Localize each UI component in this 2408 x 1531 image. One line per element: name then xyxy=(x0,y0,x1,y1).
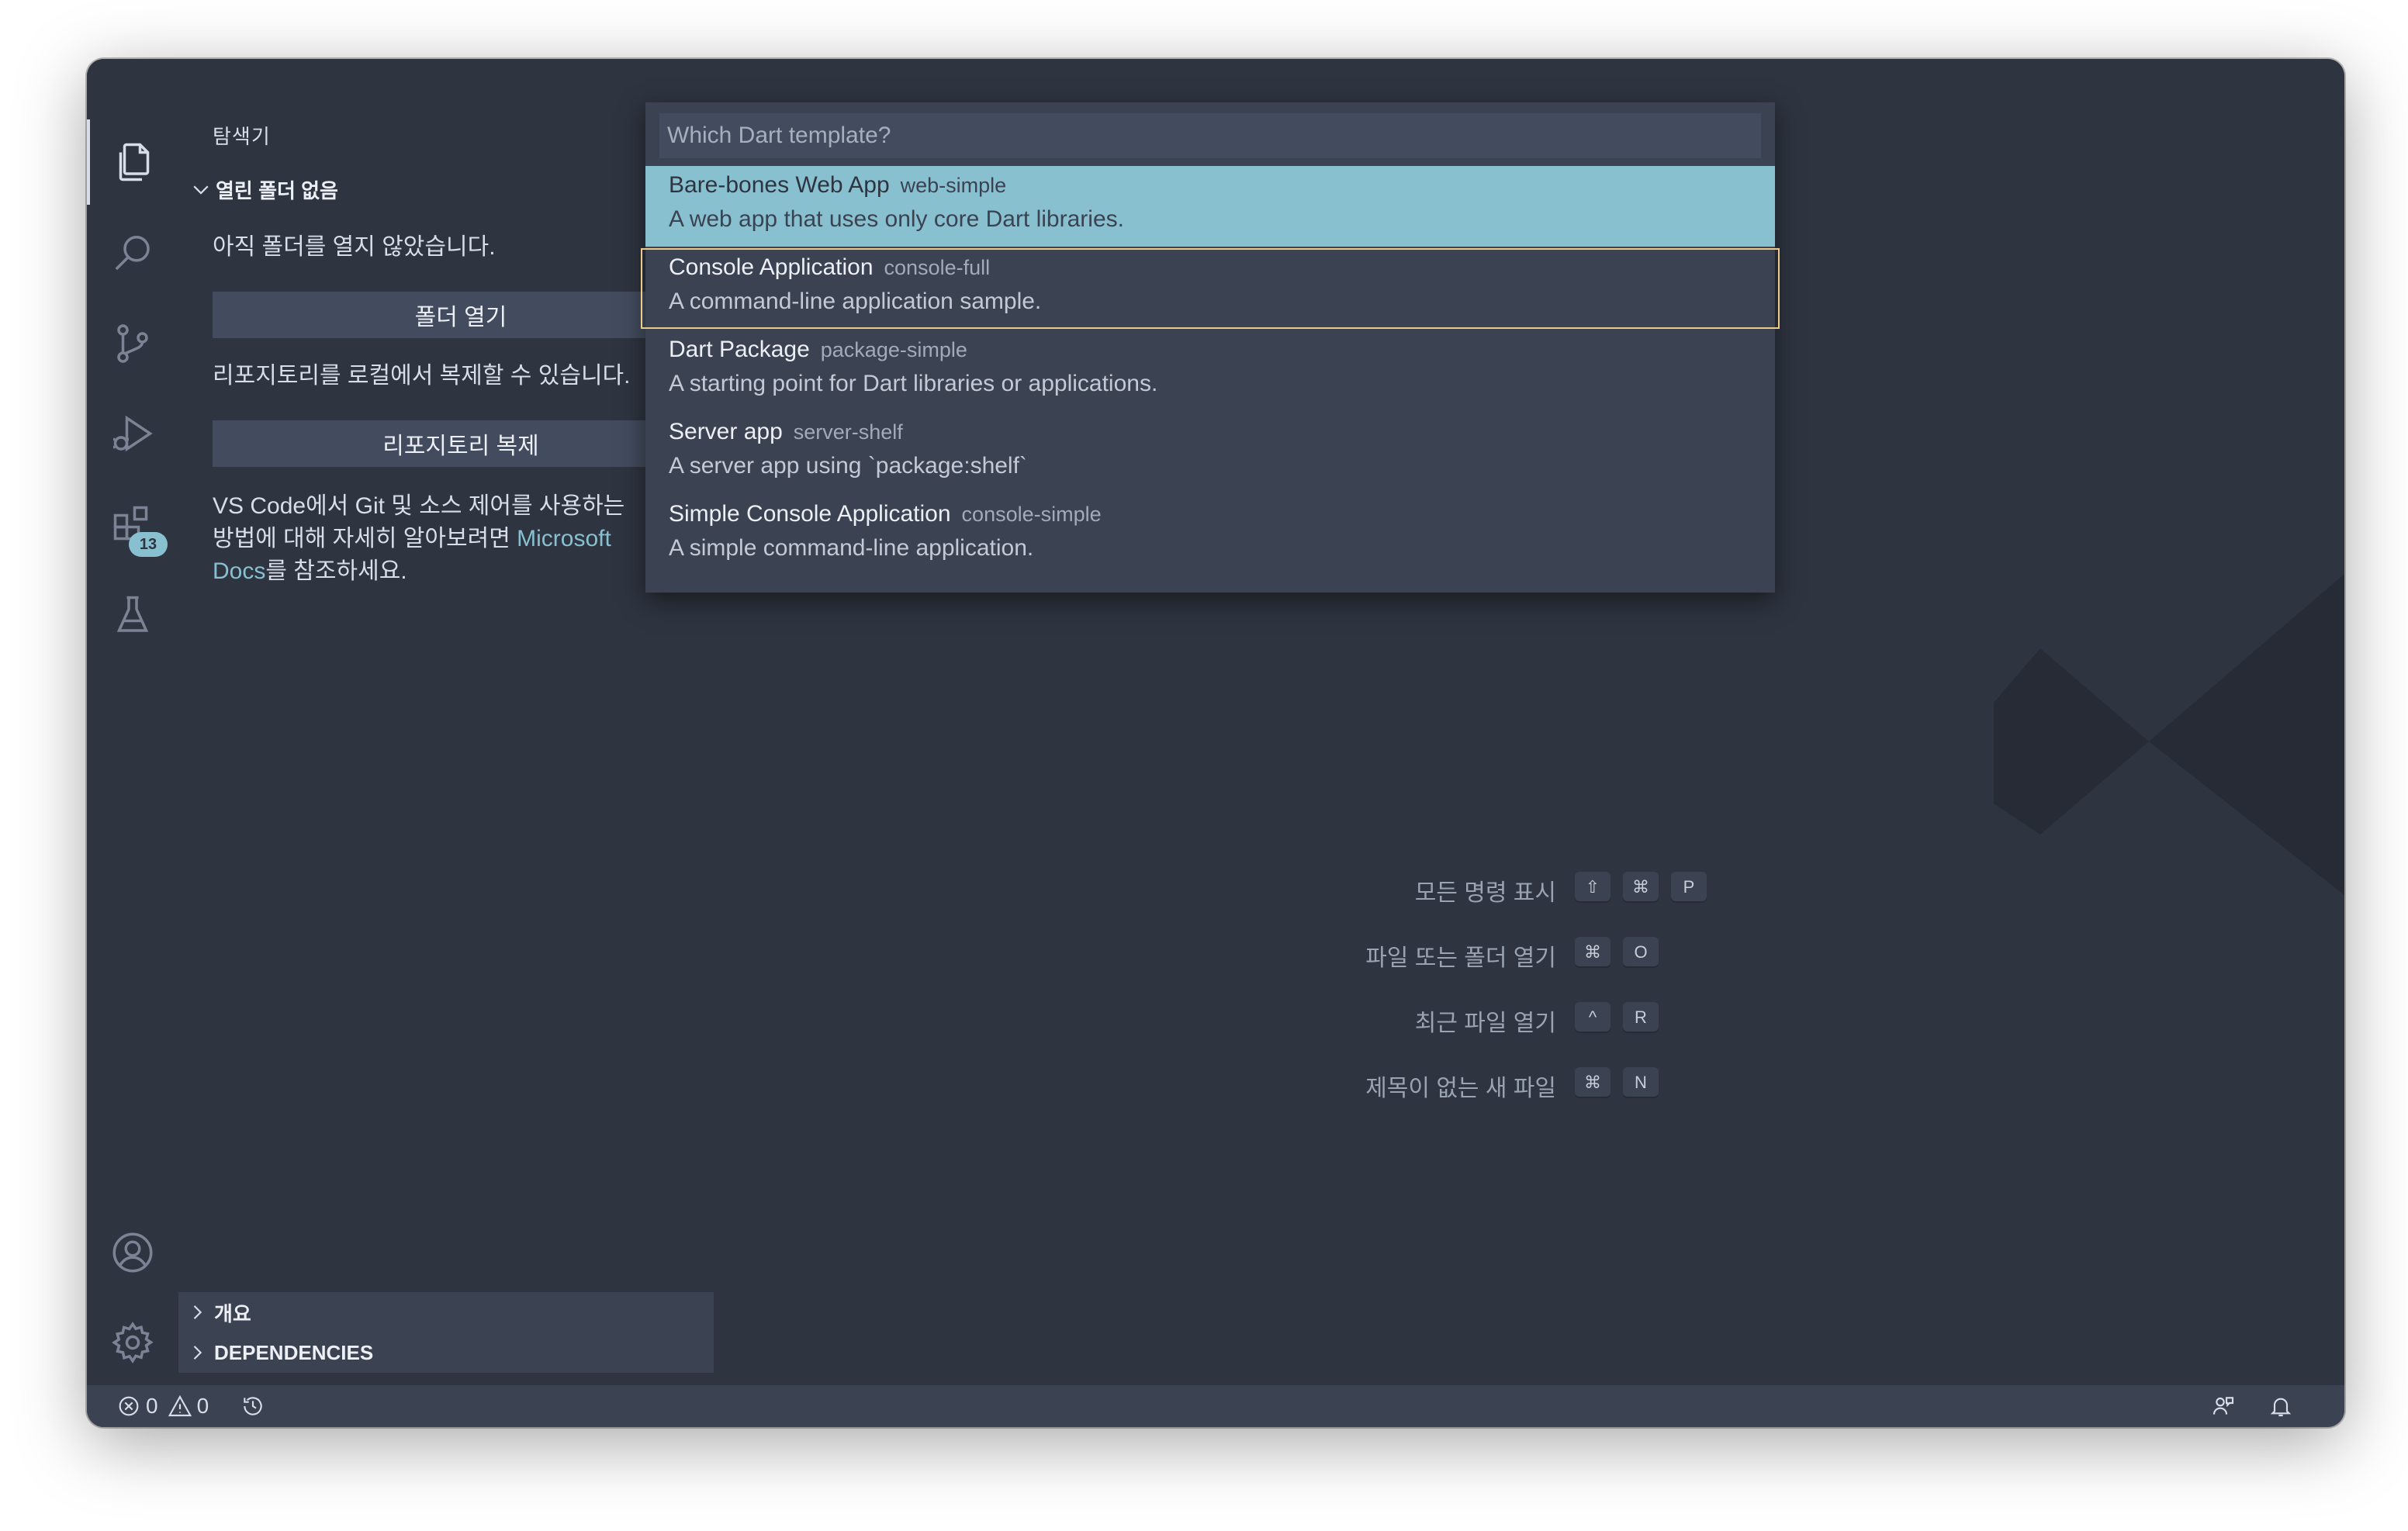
item-label: Dart Package xyxy=(669,337,810,362)
timeline-status[interactable] xyxy=(240,1385,265,1427)
clone-repository-button[interactable]: 리포지토리 복제 xyxy=(213,420,709,467)
microsoft-docs-link-b[interactable]: Docs xyxy=(213,558,265,584)
quick-pick-item-console-full[interactable]: Console Application console-full A comman… xyxy=(641,248,1780,329)
warning-count: 0 xyxy=(196,1394,209,1418)
item-id: package-simple xyxy=(820,338,967,361)
key-cmd: ⌘ xyxy=(1623,872,1659,903)
item-detail: A command-line application sample. xyxy=(669,289,1042,314)
item-id: console-simple xyxy=(961,503,1102,526)
explorer-sidebar: 탐색기 열린 폴더 없음 아직 폴더를 열지 않았습니다. 폴더 열기 리포지토… xyxy=(178,59,714,1385)
warning-icon xyxy=(168,1394,192,1417)
flask-icon xyxy=(116,596,149,632)
activity-manage[interactable] xyxy=(87,1300,178,1385)
learn-text-2: 방법에 대해 자세히 알아보려면 xyxy=(213,526,517,551)
error-icon xyxy=(119,1396,139,1416)
no-folder-section-header[interactable]: 열린 폴더 없음 xyxy=(178,171,714,208)
key-ctrl: ^ xyxy=(1575,1002,1611,1033)
activity-extensions[interactable]: 13 xyxy=(87,482,178,568)
learn-text-3: 를 참조하세요. xyxy=(265,558,407,584)
shortcut-new-untitled-file: 제목이 없는 새 파일 ⌘ N xyxy=(714,1064,2344,1103)
item-label: Simple Console Application xyxy=(669,501,951,527)
key-p: P xyxy=(1671,872,1707,903)
item-detail: A server app using `package:shelf` xyxy=(669,453,1027,479)
files-icon xyxy=(119,143,150,181)
clone-text: 리포지토리를 로컬에서 복제할 수 있습니다. xyxy=(213,363,631,389)
activity-bar: 13 xyxy=(87,59,178,1385)
quick-pick-item-server-shelf[interactable]: Server app server-shelf A server app usin… xyxy=(645,413,1775,493)
shortcut-label: 모든 명령 표시 xyxy=(1414,880,1556,906)
shortcut-open-recent: 최근 파일 열기 ^ R xyxy=(714,999,2344,1038)
no-folder-text: 아직 폴더를 열지 않았습니다. xyxy=(213,234,496,260)
activity-source-control[interactable] xyxy=(87,301,178,386)
status-bar: 0 0 xyxy=(87,1385,2344,1427)
run-debug-icon xyxy=(113,415,153,452)
quick-pick-item-console-simple[interactable]: Simple Console Application console-simple… xyxy=(645,495,1775,575)
feedback-status[interactable] xyxy=(2211,1385,2236,1427)
shortcut-open-file-folder: 파일 또는 폴더 열기 ⌘ O xyxy=(714,934,2344,973)
bell-icon xyxy=(2270,1398,2292,1417)
key-shift: ⇧ xyxy=(1575,872,1611,903)
gear-icon xyxy=(112,1322,154,1363)
key-o: O xyxy=(1623,937,1659,968)
item-id: console-full xyxy=(884,256,991,279)
key-cmd: ⌘ xyxy=(1575,937,1611,968)
shortcut-label: 파일 또는 폴더 열기 xyxy=(1365,945,1556,971)
quick-pick-item-web-simple[interactable]: Bare-bones Web App web-simple A web app t… xyxy=(645,166,1775,247)
dependencies-section-header[interactable]: DEPENDENCIES xyxy=(178,1332,714,1373)
quick-pick-item-package-simple[interactable]: Dart Package package-simple A starting po… xyxy=(645,330,1775,411)
search-icon xyxy=(115,236,150,271)
vscode-window: 13 탐색기 열린 폴더 없음 아직 폴더를 열지 않았습니다. 폴더 열기 리… xyxy=(87,59,2344,1427)
chevron-down-icon xyxy=(193,185,209,195)
shortcut-label: 최근 파일 열기 xyxy=(1414,1011,1556,1036)
feedback-icon xyxy=(2213,1397,2234,1415)
open-folder-button[interactable]: 폴더 열기 xyxy=(213,292,709,338)
item-id: web-simple xyxy=(900,174,1007,197)
sidebar-title: 탐색기 xyxy=(213,125,271,148)
section-title: 열린 폴더 없음 xyxy=(216,178,338,202)
learn-text-1: VS Code에서 Git 및 소스 제어를 사용하는 xyxy=(213,493,625,519)
activity-explorer[interactable] xyxy=(87,119,178,205)
activity-search[interactable] xyxy=(87,211,178,296)
dependencies-section-label: DEPENDENCIES xyxy=(214,1340,374,1364)
account-icon xyxy=(112,1232,153,1273)
learn-more-text: VS Code에서 Git 및 소스 제어를 사용하는 방법에 대해 자세히 알… xyxy=(213,490,709,588)
key-n: N xyxy=(1623,1067,1659,1098)
item-detail: A web app that uses only core Dart libra… xyxy=(669,206,1124,232)
item-detail: A starting point for Dart libraries or a… xyxy=(669,371,1158,396)
dart-template-quick-pick: Bare-bones Web App web-simple A web app t… xyxy=(641,102,1780,593)
shortcut-show-all-commands: 모든 명령 표시 ⇧ ⌘ P xyxy=(714,869,2344,907)
shortcut-label: 제목이 없는 새 파일 xyxy=(1365,1076,1556,1101)
activity-run-debug[interactable] xyxy=(87,391,178,476)
chevron-right-icon xyxy=(193,1305,202,1319)
extensions-badge: 13 xyxy=(129,532,168,557)
activity-testing[interactable] xyxy=(87,572,178,658)
microsoft-docs-link-a[interactable]: Microsoft xyxy=(517,526,611,551)
chevron-right-icon xyxy=(193,1346,202,1360)
quick-pick-input[interactable] xyxy=(659,113,1761,158)
activity-account[interactable] xyxy=(87,1210,178,1295)
problems-status[interactable]: 0 0 xyxy=(116,1385,209,1427)
outline-section-label: 개요 xyxy=(214,1301,251,1325)
history-icon xyxy=(244,1397,262,1415)
item-detail: A simple command-line application. xyxy=(669,535,1034,561)
source-control-icon xyxy=(117,324,148,363)
notifications-status[interactable] xyxy=(2268,1385,2293,1427)
vscode-watermark-logo xyxy=(1994,574,2344,895)
item-label: Console Application xyxy=(669,254,874,280)
item-label: Server app xyxy=(669,419,783,444)
item-id: server-shelf xyxy=(793,420,903,444)
key-r: R xyxy=(1623,1002,1659,1033)
error-count: 0 xyxy=(146,1394,158,1418)
item-label: Bare-bones Web App xyxy=(669,172,890,198)
key-cmd: ⌘ xyxy=(1575,1067,1611,1098)
outline-section-header[interactable]: 개요 xyxy=(178,1292,714,1332)
